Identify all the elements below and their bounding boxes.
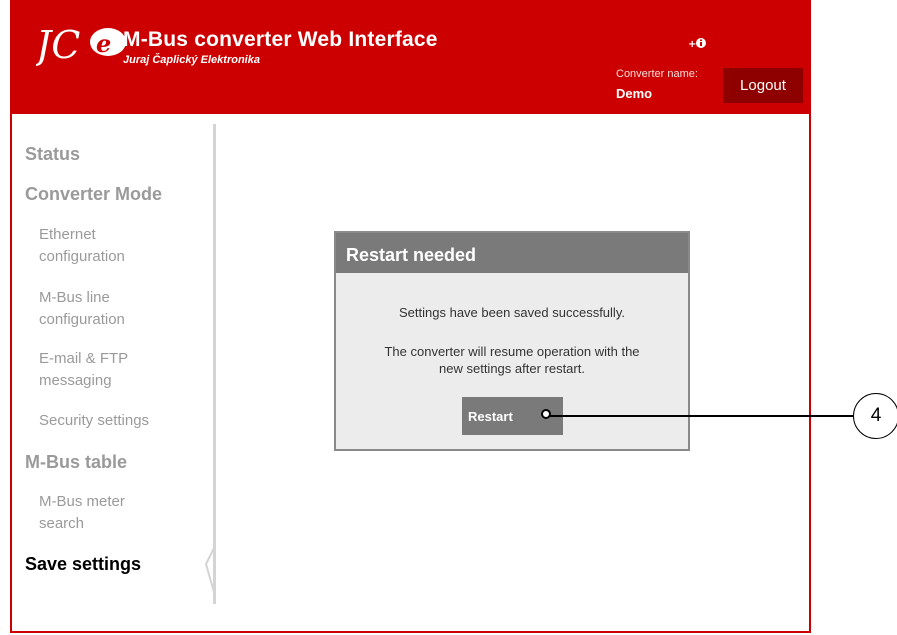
dialog-message-saved: Settings have been saved successfully. (399, 305, 625, 320)
callout-line (548, 415, 853, 417)
app-title: M-Bus converter Web Interface (123, 28, 438, 51)
callout-number: 4 (853, 393, 897, 439)
callout-anchor-dot (541, 409, 551, 419)
active-indicator (204, 548, 215, 592)
svg-text:JC: JC (36, 23, 80, 67)
jce-logo: JC e (36, 20, 128, 70)
logout-button[interactable]: Logout (723, 68, 803, 103)
sidebar-item-mbus-line-configuration[interactable]: M-Bus line configuration (39, 287, 125, 331)
sidebar-item-email-ftp-messaging[interactable]: E-mail & FTP messaging (39, 348, 128, 392)
sidebar-item-mbus-meter-search[interactable]: M-Bus meter search (39, 491, 125, 535)
sidebar-divider (213, 124, 216, 604)
svg-text:+: + (688, 39, 696, 50)
sidebar-item-ethernet-configuration[interactable]: Ethernet configuration (39, 224, 125, 268)
dialog-title: Restart needed (336, 233, 688, 273)
converter-name-label: Converter name: (616, 68, 698, 80)
sidebar-item-status[interactable]: Status (25, 143, 80, 165)
sidebar-item-mbus-table[interactable]: M-Bus table (25, 451, 127, 473)
dialog-message-restart: The converter will resume operation with… (384, 344, 640, 376)
converter-name-value: Demo (616, 86, 653, 101)
sidebar-item-security-settings[interactable]: Security settings (39, 410, 149, 432)
svg-text:e: e (96, 29, 111, 58)
sidebar-item-converter-mode[interactable]: Converter Mode (25, 183, 162, 205)
company-name: Juraj Čaplický Elektronika (123, 54, 260, 66)
restart-dialog: Restart needed Settings have been saved … (334, 231, 690, 451)
plus-info-icon[interactable]: + (688, 36, 710, 50)
header-bar: JC e M-Bus converter Web Interface Juraj… (10, 0, 811, 114)
sidebar-item-save-settings[interactable]: Save settings (25, 553, 141, 575)
